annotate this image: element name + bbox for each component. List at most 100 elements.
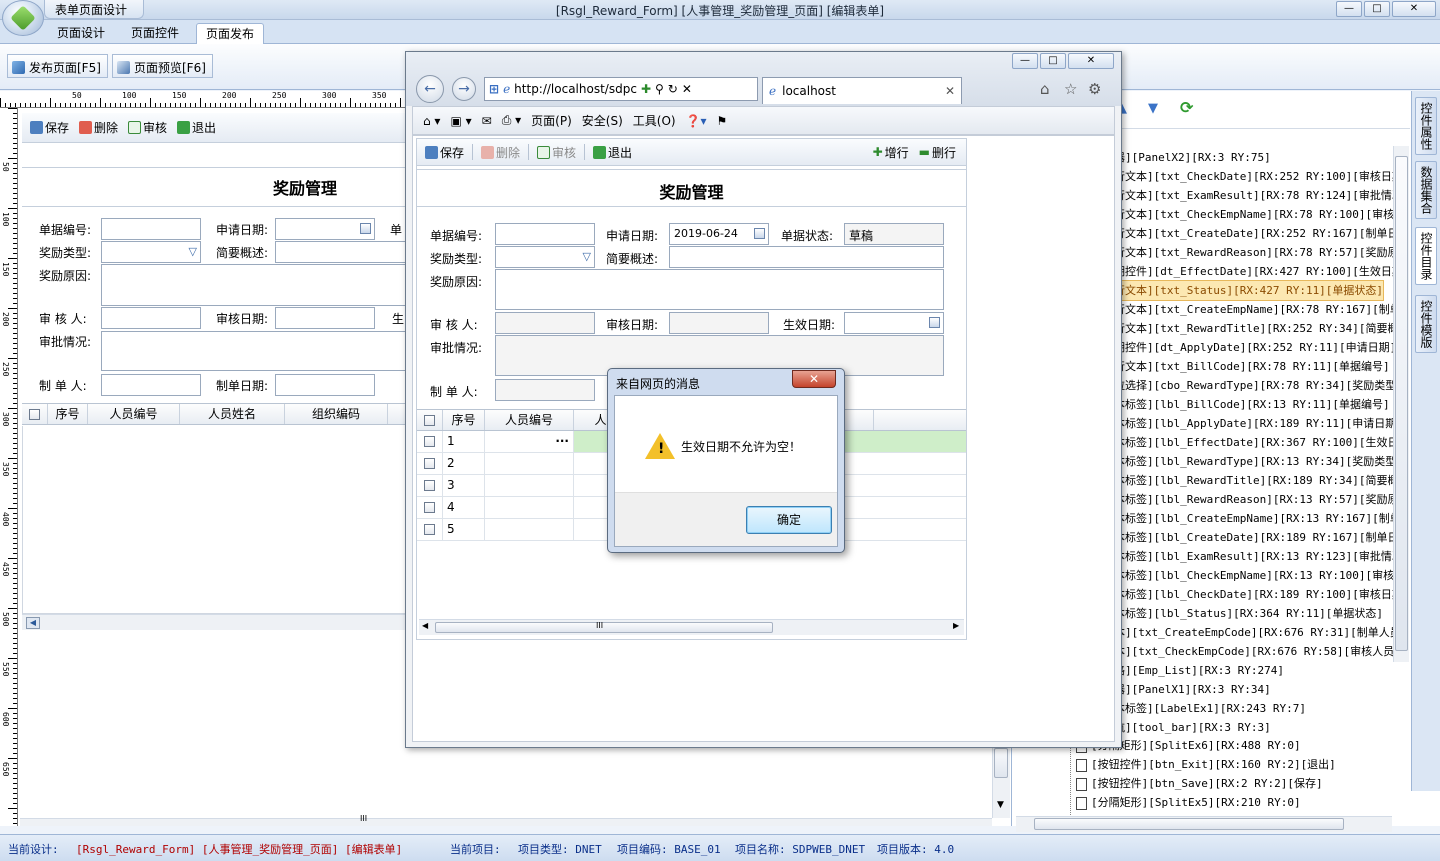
scroll-left-arrow-icon[interactable]: ◀ — [422, 621, 428, 630]
create-emp-input[interactable] — [101, 374, 201, 396]
go-icon[interactable]: ✚ — [641, 82, 651, 96]
close-button[interactable]: ✕ — [1392, 1, 1436, 17]
tree-item[interactable]: [按钮控件][btn_Save][RX:2 RY:2][保存] — [1076, 774, 1323, 793]
tab-control-template[interactable]: 控件模版 — [1415, 295, 1437, 353]
check-date-input[interactable] — [275, 307, 375, 329]
tree-item[interactable]: 格][Emp_List][RX:3 RY:274] — [1114, 661, 1284, 680]
expand-down-icon[interactable]: ▼ — [1148, 101, 1158, 116]
grid-cell[interactable] — [485, 519, 574, 540]
app-menu-button[interactable] — [2, 0, 44, 36]
tree-item[interactable]: 本标签][lbl_ExamResult][RX:13 RY:123][审批情况] — [1114, 547, 1396, 566]
preview-exit-button[interactable]: 退出 — [591, 144, 634, 161]
tree-vscroll-thumb[interactable] — [1395, 156, 1408, 651]
checkbox[interactable] — [424, 415, 435, 426]
grid-col-emp-code[interactable]: 人员编号 — [485, 410, 574, 430]
check-emp-input[interactable] — [101, 307, 201, 329]
grid-col-seq[interactable]: 序号 — [443, 410, 485, 430]
tree-item[interactable]: [按钮控件][btn_Exit][RX:160 RY:2][退出] — [1076, 755, 1336, 774]
quick-access-tab[interactable]: 表单页面设计 — [44, 0, 144, 19]
reward-type-select[interactable]: ▽ — [495, 246, 595, 268]
bill-code-input[interactable] — [495, 223, 595, 245]
tools-gear-icon[interactable]: ⚙ — [1088, 80, 1101, 98]
row-checkbox-cell[interactable] — [417, 431, 443, 452]
minimize-button[interactable]: — — [1336, 1, 1362, 17]
tree-item[interactable]: 本标签][lbl_Status][RX:364 RY:11][单据状态] — [1114, 604, 1383, 623]
grid-col-seq[interactable]: 序号 — [48, 404, 88, 424]
tree-item[interactable]: 行文本][txt_RewardReason][RX:78 RY:57][奖励原因… — [1114, 243, 1396, 262]
tree-hscroll[interactable] — [1016, 816, 1392, 832]
address-bar[interactable]: ⊞ ℯ http://localhost/sdpc ✚ ⚲ ↻ ✕ — [484, 77, 758, 101]
maximize-button[interactable]: □ — [1364, 1, 1390, 17]
apply-date-input[interactable]: 2019-06-24 — [669, 223, 769, 245]
grid-col-emp-name[interactable]: 人员姓名 — [180, 404, 285, 424]
home-command-icon[interactable]: ⌂ ▾ — [423, 114, 440, 128]
row-checkbox-cell[interactable] — [417, 497, 443, 518]
page-menu[interactable]: 页面(P) — [531, 112, 572, 129]
tree-item[interactable]: 行文本][txt_CreateDate][RX:252 RY:167][制单日期… — [1114, 224, 1396, 243]
bill-status-input[interactable]: 草稿 — [844, 223, 944, 245]
grid-cell[interactable] — [485, 475, 574, 496]
effect-date-input[interactable] — [844, 312, 944, 334]
emp-picker-cell[interactable]: ··· — [485, 431, 574, 452]
dialog-close-button[interactable]: ✕ — [792, 370, 836, 388]
tree-item[interactable]: 期控件][dt_ApplyDate][RX:252 RY:11][申请日期] — [1114, 338, 1396, 357]
refresh-icon[interactable]: ⟳ — [1180, 98, 1193, 117]
address-url[interactable]: http://localhost/sdpc — [514, 82, 637, 96]
tree-item[interactable]: 本标签][lbl_CheckEmpName][RX:13 RY:100][审核人… — [1114, 566, 1396, 585]
designer-hscroll[interactable]: III — [20, 814, 992, 826]
create-date-input[interactable] — [275, 374, 375, 396]
preview-audit-button[interactable]: 审核 — [535, 144, 578, 161]
tree-item[interactable]: 本][txt_CreateEmpCode][RX:676 RY:31][制单人员… — [1114, 623, 1396, 642]
tree-item[interactable]: 期控件][dt_EffectDate][RX:427 RY:100][生效日期] — [1114, 262, 1396, 281]
tree-item[interactable]: [分隔矩形][SplitEx5][RX:210 RY:0] — [1076, 793, 1301, 812]
calendar-icon[interactable] — [929, 317, 940, 328]
tree-item[interactable]: 本标签][LabelEx1][RX:243 RY:7] — [1114, 699, 1306, 718]
search-icon[interactable]: ⚲ — [655, 82, 664, 96]
checkbox[interactable] — [424, 458, 435, 469]
tree-item[interactable]: 本标签][lbl_CreateEmpName][RX:13 RY:167][制单… — [1114, 509, 1396, 528]
browser-tab[interactable]: ℯ localhost ✕ — [762, 77, 962, 104]
tree-item[interactable]: 本标签][lbl_RewardType][RX:13 RY:34][奖励类型] — [1114, 452, 1396, 471]
checkbox[interactable] — [424, 436, 435, 447]
check-date-input[interactable] — [669, 312, 769, 334]
preview-save-button[interactable]: 保存 — [423, 144, 466, 161]
tab-control-properties[interactable]: 控件属性 — [1415, 97, 1437, 155]
browser-minimize-button[interactable]: — — [1012, 53, 1038, 69]
tree-item[interactable]: 行文本][txt_CreateEmpName][RX:78 RY:167][制单… — [1114, 300, 1396, 319]
tree-item[interactable]: 行文本][txt_CheckEmpName][RX:78 RY:100][审核人… — [1114, 205, 1396, 224]
grid-cell[interactable] — [485, 453, 574, 474]
tab-data-collection[interactable]: 数据集合 — [1415, 161, 1437, 219]
design-save-button[interactable]: 保存 — [28, 119, 71, 136]
mail-icon[interactable]: ✉ — [482, 114, 492, 128]
help-icon[interactable]: ❓▾ — [686, 114, 707, 128]
checkbox[interactable] — [29, 409, 40, 420]
stop-icon[interactable]: ✕ — [682, 82, 692, 96]
refresh-page-icon[interactable]: ↻ — [668, 82, 678, 96]
reward-title-input[interactable] — [275, 241, 410, 263]
tree-item[interactable]: 本标签][lbl_CreateDate][RX:189 RY:167][制单日期… — [1114, 528, 1396, 547]
tree-item[interactable]: 行文本][txt_BillCode][RX:78 RY:11][单据编号] — [1114, 357, 1390, 376]
preview-add-row-button[interactable]: ✚ 增行 — [871, 144, 911, 161]
tab-close-icon[interactable]: ✕ — [945, 84, 955, 98]
preview-page-button[interactable]: 页面预览[F6] — [112, 54, 213, 78]
designer-vscroll-thumb[interactable] — [994, 748, 1008, 778]
tools-menu[interactable]: 工具(O) — [633, 112, 676, 129]
reward-type-select[interactable]: ▽ — [101, 241, 201, 263]
design-exit-button[interactable]: 退出 — [175, 119, 218, 136]
ellipsis-icon[interactable]: ··· — [555, 434, 569, 448]
row-checkbox-cell[interactable] — [417, 453, 443, 474]
tree-item[interactable]: 拉选择][cbo_RewardType][RX:78 RY:34][奖励类型] — [1114, 376, 1396, 395]
home-icon[interactable]: ⌂ — [1040, 80, 1050, 98]
tree-item[interactable]: 行文本][txt_RewardTitle][RX:252 RY:34][简要概述… — [1114, 319, 1396, 338]
grid-cell[interactable] — [485, 497, 574, 518]
calendar-icon[interactable] — [754, 228, 765, 239]
tree-item[interactable]: 本][txt_CheckEmpCode][RX:676 RY:58][审核人员] — [1114, 642, 1396, 661]
reward-title-input[interactable] — [669, 246, 944, 268]
tree-item[interactable]: 本标签][lbl_EffectDate][RX:367 RY:100][生效日期… — [1114, 433, 1396, 452]
row-checkbox-cell[interactable] — [417, 519, 443, 540]
back-button[interactable]: ← — [416, 75, 444, 103]
grid-select-all[interactable] — [22, 404, 48, 424]
checkbox[interactable] — [424, 480, 435, 491]
feeds-icon[interactable]: ▣ ▾ — [450, 114, 471, 128]
preview-grid-hscroll[interactable]: ◀ III ▶ — [419, 619, 964, 635]
